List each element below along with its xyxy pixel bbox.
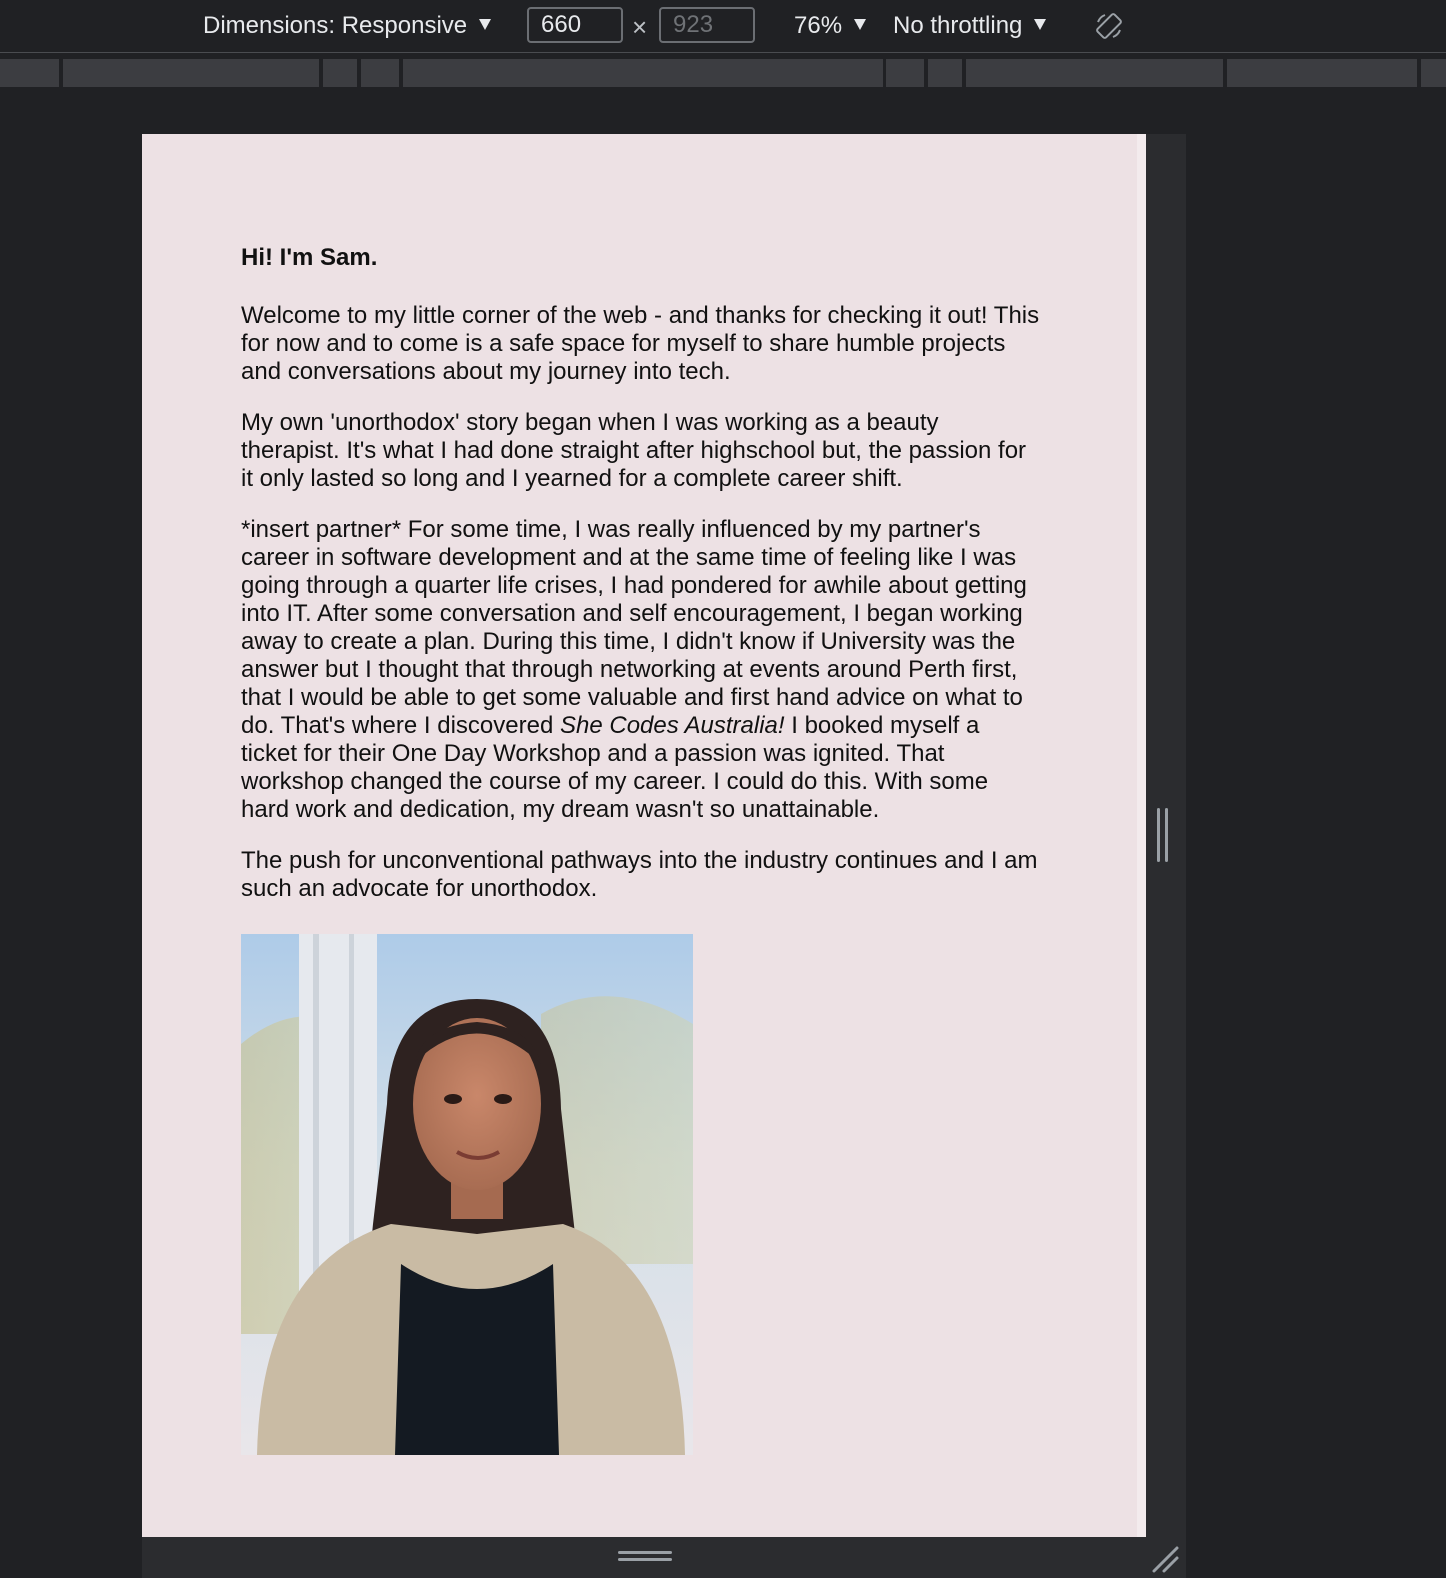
media-query-segment[interactable] xyxy=(966,59,1223,87)
times-icon: × xyxy=(632,12,648,42)
chevron-down-icon xyxy=(1034,18,1047,30)
zoom-label: 76% xyxy=(794,12,843,39)
chevron-down-icon xyxy=(479,18,492,30)
throttling-label: No throttling xyxy=(893,12,1023,39)
bottom-resize-handle[interactable] xyxy=(618,1551,672,1565)
vertical-scrollbar[interactable] xyxy=(1137,134,1146,1537)
grip-line xyxy=(1165,808,1168,862)
dimensions-dropdown[interactable]: Dimensions: Responsive xyxy=(203,0,492,52)
chevron-down-icon xyxy=(854,18,867,30)
media-query-segment[interactable] xyxy=(0,59,59,87)
right-resize-handle[interactable] xyxy=(1157,808,1170,862)
media-query-segment[interactable] xyxy=(403,59,883,87)
grip-line xyxy=(618,1551,672,1554)
dimensions-label: Dimensions: Responsive xyxy=(203,12,468,39)
story-paragraph: My own 'unorthodox' story began when I w… xyxy=(241,409,1027,492)
media-query-segment[interactable] xyxy=(323,59,357,87)
journey-paragraph: *insert partner* For some time, I was re… xyxy=(241,516,1041,824)
journey-text: *insert partner* For some time, I was re… xyxy=(241,516,1027,739)
rotate-icon[interactable] xyxy=(1094,11,1124,41)
intro-paragraph: Welcome to my little corner of the web -… xyxy=(241,302,1040,385)
media-query-bar xyxy=(0,56,1446,90)
profile-photo xyxy=(241,934,693,1455)
throttling-dropdown[interactable]: No throttling xyxy=(893,0,1047,52)
height-input[interactable] xyxy=(659,7,755,43)
emulated-viewport: Hi! I'm Sam. Welcome to my little corner… xyxy=(142,134,1146,1537)
media-query-segment[interactable] xyxy=(928,59,962,87)
page-heading: Hi! I'm Sam. xyxy=(241,244,378,271)
about-content: Hi! I'm Sam. Welcome to my little corner… xyxy=(241,244,1041,926)
closing-paragraph: The push for unconventional pathways int… xyxy=(241,847,1038,902)
grip-line xyxy=(1157,808,1160,862)
media-query-segment[interactable] xyxy=(63,59,319,87)
media-query-segment[interactable] xyxy=(1421,59,1446,87)
media-query-segment[interactable] xyxy=(886,59,924,87)
corner-resize-icon[interactable] xyxy=(1150,1544,1180,1574)
media-query-segment[interactable] xyxy=(1227,59,1417,87)
device-toolbar: Dimensions: Responsive × 76% No throttli… xyxy=(0,0,1446,53)
grip-line xyxy=(618,1558,672,1561)
media-query-segment[interactable] xyxy=(361,59,399,87)
she-codes-emphasis: She Codes Australia! xyxy=(559,712,785,739)
width-input[interactable] xyxy=(527,7,623,43)
zoom-dropdown[interactable]: 76% xyxy=(794,0,867,52)
